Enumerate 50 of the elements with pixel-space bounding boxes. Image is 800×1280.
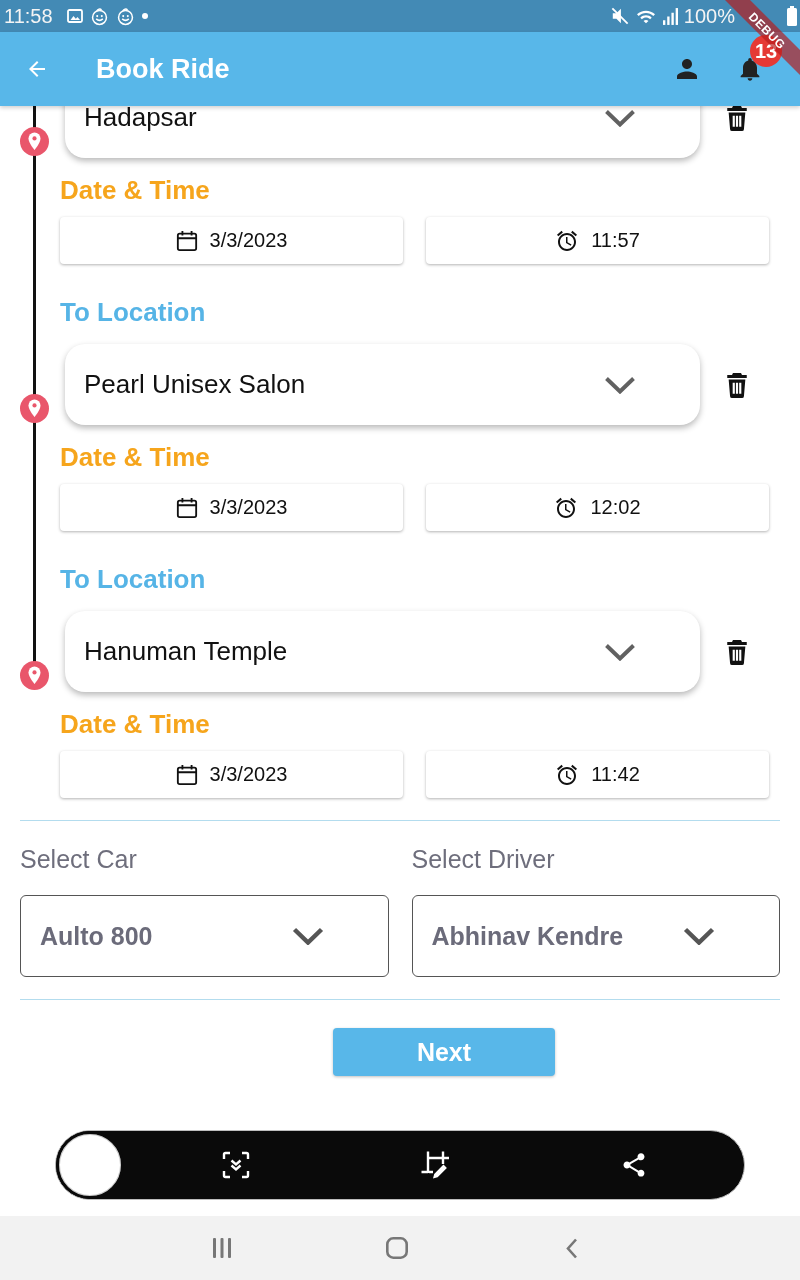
battery-icon xyxy=(787,6,797,26)
calendar-icon xyxy=(175,229,198,252)
location-pin-icon xyxy=(20,661,49,690)
scroll-capture-icon[interactable] xyxy=(221,1151,250,1179)
date-button[interactable]: 3/3/2023 xyxy=(60,217,403,264)
time-button[interactable]: 11:42 xyxy=(426,751,769,798)
face-icon xyxy=(115,6,135,26)
date-button[interactable]: 3/3/2023 xyxy=(60,751,403,798)
alarm-clock-icon xyxy=(555,228,580,253)
trash-icon[interactable] xyxy=(724,106,750,131)
location-pin-icon xyxy=(20,127,49,156)
trash-icon[interactable] xyxy=(724,371,750,398)
chevron-down-icon xyxy=(291,927,324,945)
location-pin-icon xyxy=(20,394,49,423)
field-label: Select Driver xyxy=(411,844,555,874)
mute-icon xyxy=(610,7,629,25)
chevron-down-icon xyxy=(604,375,636,394)
select-dropdown[interactable]: Aulto 800 xyxy=(20,895,389,977)
screenshot-thumbnail[interactable] xyxy=(56,1131,124,1199)
signal-icon xyxy=(662,7,678,25)
date-time-label: Date & Time xyxy=(60,175,210,205)
chevron-down-icon xyxy=(683,927,715,945)
section-heading: To Location xyxy=(60,564,206,594)
date-button[interactable]: 3/3/2023 xyxy=(60,484,403,531)
alarm-clock-icon xyxy=(554,495,579,520)
select-dropdown[interactable]: Abhinav Kendre xyxy=(411,895,780,977)
date-time-label: Date & Time xyxy=(60,709,210,739)
alarm-clock-icon xyxy=(555,762,580,787)
date-time-label: Date & Time xyxy=(60,442,210,472)
status-time: 11:58 xyxy=(4,4,53,28)
page-title: Book Ride xyxy=(96,53,231,85)
location-dropdown[interactable]: Hanuman Temple xyxy=(65,611,700,692)
location-dropdown[interactable]: Hadapsar xyxy=(65,106,700,158)
calendar-icon xyxy=(175,763,198,786)
dot-icon xyxy=(141,13,148,19)
chevron-down-icon xyxy=(604,642,636,661)
calendar-icon xyxy=(175,496,198,519)
recent-apps-icon[interactable] xyxy=(213,1238,231,1258)
time-button[interactable]: 11:57 xyxy=(426,217,769,264)
location-dropdown[interactable]: Pearl Unisex Salon xyxy=(65,344,700,425)
back-icon[interactable] xyxy=(566,1237,578,1259)
face-icon xyxy=(89,6,109,26)
field-label: Select Car xyxy=(20,844,137,874)
image-icon xyxy=(66,9,83,23)
home-icon[interactable] xyxy=(386,1237,408,1259)
trash-icon[interactable] xyxy=(724,638,750,665)
time-button[interactable]: 12:02 xyxy=(426,484,769,531)
crop-pencil-icon[interactable] xyxy=(419,1150,450,1180)
section-heading: To Location xyxy=(60,297,206,327)
chevron-down-icon xyxy=(604,108,636,127)
